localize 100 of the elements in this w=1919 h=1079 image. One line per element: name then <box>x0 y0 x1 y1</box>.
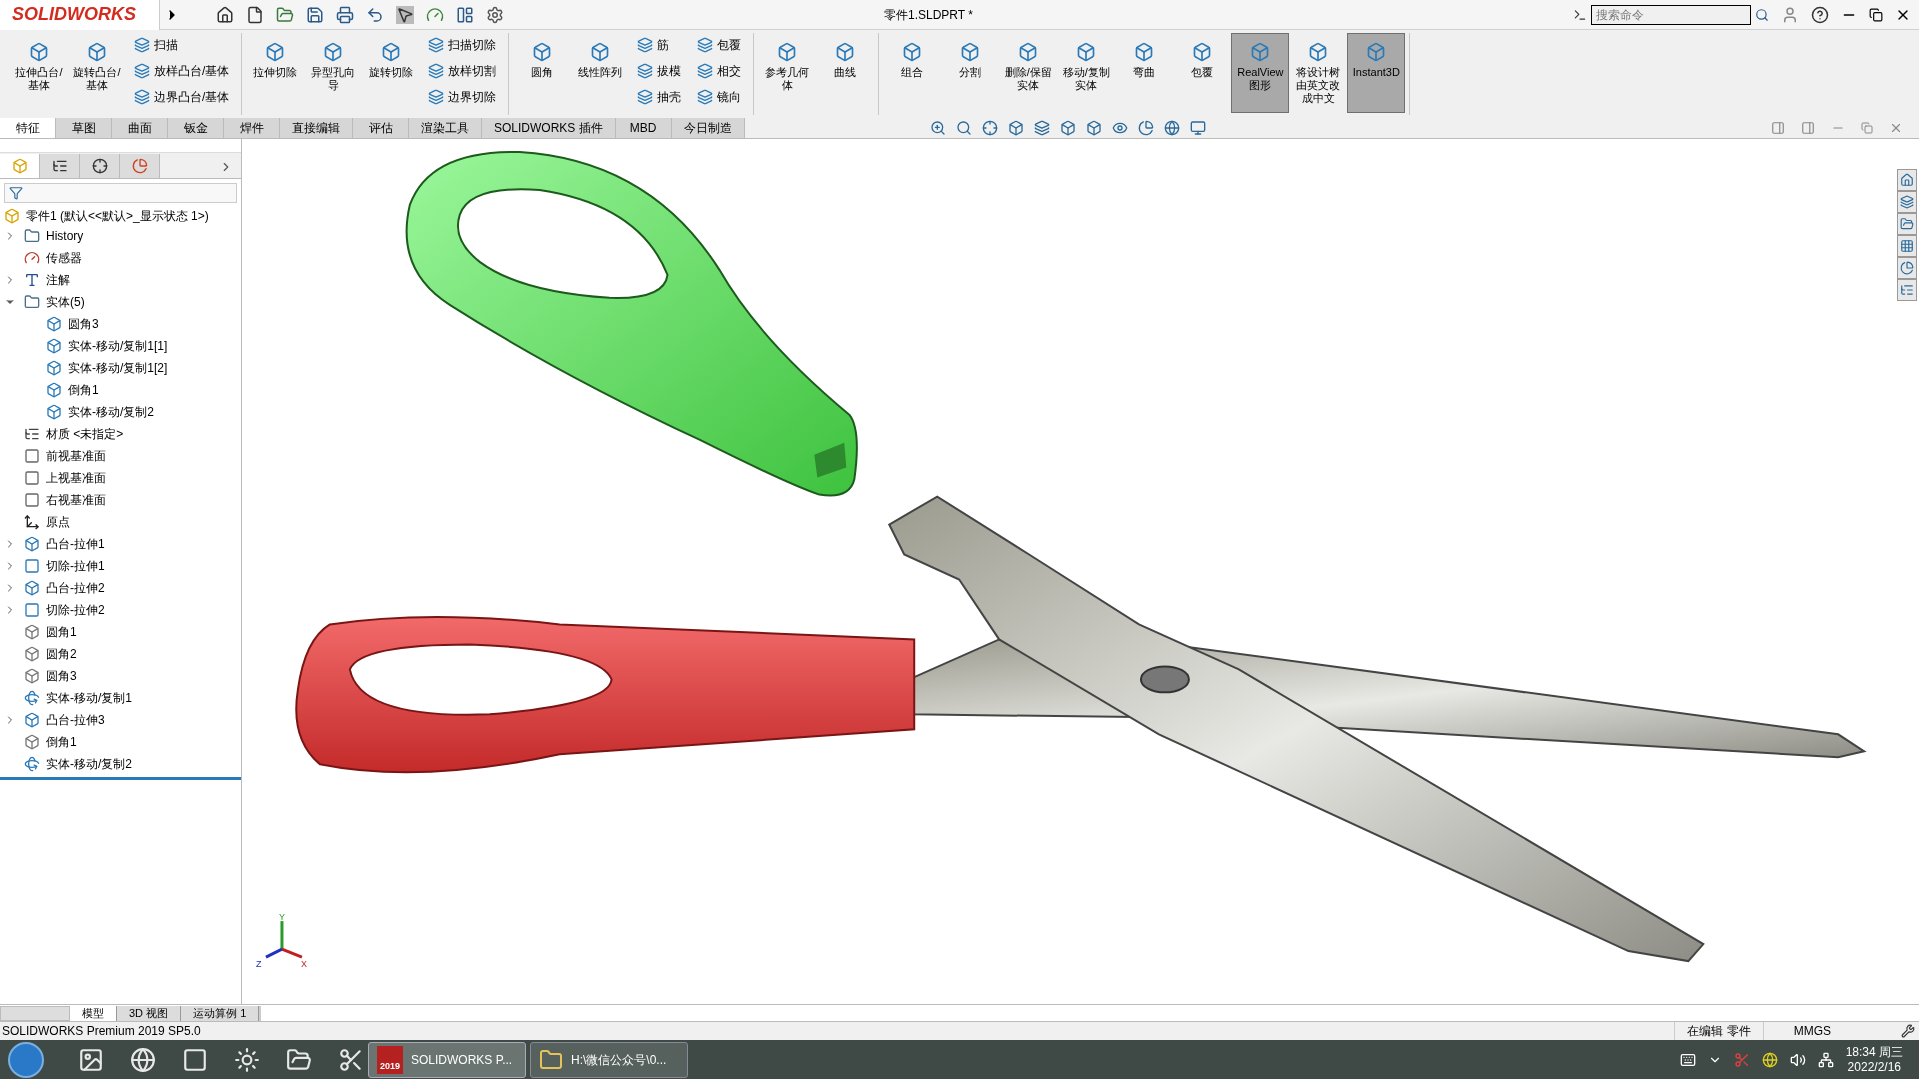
ribbon-button[interactable]: 包覆 <box>1173 33 1232 113</box>
tree-item[interactable]: 实体-移动/复制2 <box>68 403 154 421</box>
tree-item[interactable]: 凸台-拉伸2 <box>46 579 105 597</box>
save-icon[interactable] <box>306 5 324 24</box>
taskbar-app-icon[interactable] <box>234 1046 260 1073</box>
ribbon-button[interactable]: 分割 <box>941 33 1000 113</box>
command-tab[interactable]: 评估 <box>353 118 409 138</box>
tree-item[interactable]: 凸台-拉伸3 <box>46 711 105 729</box>
tree-item[interactable]: 上视基准面 <box>46 469 106 487</box>
taskbar-app-icon[interactable] <box>338 1046 364 1073</box>
select-pointer-icon[interactable] <box>396 5 414 24</box>
panel-tab[interactable] <box>40 154 80 178</box>
tree-item[interactable]: 凸台-拉伸1 <box>46 535 105 553</box>
search-icon[interactable] <box>1755 7 1769 22</box>
volume-icon[interactable] <box>1789 1051 1806 1068</box>
ribbon-button[interactable]: 线性阵列 <box>571 33 630 113</box>
tree-item[interactable]: 倒角1 <box>46 733 77 751</box>
ribbon-button[interactable]: 放样切割 <box>424 59 501 83</box>
keyboard-icon[interactable] <box>1679 1051 1696 1068</box>
view-tool-icon[interactable] <box>1033 119 1050 136</box>
tree-item[interactable]: History <box>46 227 84 245</box>
taskbar-window-button[interactable]: 2019 SOLIDWORKS P... <box>368 1041 526 1078</box>
ribbon-button[interactable]: 圆角 <box>513 33 572 113</box>
ribbon-button[interactable]: 参考几何体 <box>758 33 817 113</box>
task-pane-tab[interactable] <box>1897 279 1917 301</box>
ribbon-button[interactable]: 移动/复制实体 <box>1057 33 1116 113</box>
tree-item[interactable]: 实体-移动/复制1[1] <box>68 337 168 355</box>
ribbon-button[interactable]: 删除/保留实体 <box>999 33 1058 113</box>
ribbon-button[interactable]: 拉伸凸台/基体 <box>10 33 68 113</box>
model-tab[interactable]: 3D 视图 <box>117 1005 182 1021</box>
search-field[interactable]: 搜索命令 <box>1591 4 1751 25</box>
command-tab[interactable]: 曲面 <box>112 118 168 138</box>
tree-item[interactable]: 实体(5) <box>46 293 85 311</box>
ribbon-button[interactable]: 包覆 <box>693 33 746 57</box>
tree-item[interactable]: 切除-拉伸1 <box>46 557 105 575</box>
command-tab[interactable]: MBD <box>615 118 672 138</box>
task-pane-tab[interactable] <box>1897 257 1917 279</box>
ribbon-button[interactable]: 相交 <box>693 59 746 83</box>
view-tool-icon[interactable] <box>981 119 998 136</box>
ribbon-button[interactable]: 异型孔向导 <box>304 33 363 113</box>
rebuild-icon[interactable] <box>426 5 444 24</box>
taskbar-app-icon[interactable] <box>130 1046 156 1073</box>
tree-item[interactable]: 圆角1 <box>46 623 77 641</box>
view-tool-icon[interactable] <box>1085 119 1102 136</box>
tree-root[interactable]: 零件1 (默认<<默认>_显示状态 1>) <box>26 207 209 225</box>
task-pane-tab[interactable] <box>1897 213 1917 235</box>
tree-item[interactable]: 实体-移动/复制2 <box>46 755 132 773</box>
ribbon-button[interactable]: 镜向 <box>693 85 746 109</box>
panel-tab[interactable] <box>80 154 120 178</box>
open-folder-icon[interactable] <box>276 5 294 24</box>
ribbon-button[interactable]: 曲线 <box>816 33 875 113</box>
command-tab[interactable]: SOLIDWORKS 插件 <box>482 118 616 138</box>
view-tool-icon[interactable] <box>1007 119 1024 136</box>
ribbon-button[interactable]: 拉伸切除 <box>246 33 305 113</box>
print-icon[interactable] <box>336 5 354 24</box>
task-pane-tab[interactable] <box>1897 235 1917 257</box>
network-icon[interactable] <box>1817 1051 1834 1068</box>
app-logo[interactable]: SOLIDWORKS <box>0 0 160 30</box>
task-pane-tab[interactable] <box>1897 191 1917 213</box>
ribbon-button[interactable]: 放样凸台/基体 <box>130 59 234 83</box>
tree-item[interactable]: 材质 <未指定> <box>46 425 124 443</box>
taskbar-window-button[interactable]: H:\微信公众号\0... <box>530 1041 688 1078</box>
command-tab[interactable]: 特征 <box>0 118 56 138</box>
view-tool-icon[interactable] <box>1059 119 1076 136</box>
ribbon-button[interactable]: 边界切除 <box>424 85 501 109</box>
tree-item[interactable]: 圆角3 <box>46 667 77 685</box>
tree-item[interactable]: 圆角3 <box>68 315 99 333</box>
start-button[interactable] <box>8 1041 44 1078</box>
command-tab[interactable]: 草图 <box>56 118 112 138</box>
ribbon-button[interactable]: 扫描 <box>130 33 234 57</box>
ribbon-button[interactable]: 抽壳 <box>633 85 686 109</box>
ribbon-button[interactable]: 边界凸台/基体 <box>130 85 234 109</box>
tools-icon[interactable] <box>1901 1024 1915 1038</box>
new-file-icon[interactable] <box>246 5 264 24</box>
units-selector[interactable]: MMGS <box>1793 1022 1831 1040</box>
settings-icon[interactable] <box>486 5 504 24</box>
tree-item[interactable]: 实体-移动/复制1[2] <box>68 359 168 377</box>
tree-item[interactable]: 原点 <box>46 513 70 531</box>
command-tab[interactable]: 直接编辑 <box>280 118 353 138</box>
command-tab[interactable]: 钣金 <box>168 118 224 138</box>
command-tab[interactable]: 渲染工具 <box>409 118 482 138</box>
user-icon[interactable] <box>1781 5 1799 24</box>
tree-item[interactable]: 倒角1 <box>68 381 99 399</box>
command-tab[interactable]: 今日制造 <box>671 118 745 138</box>
clock[interactable]: 18:34 周三 2022/2/16 <box>1845 1044 1903 1075</box>
tree-item[interactable]: 切除-拉伸2 <box>46 601 105 619</box>
taskbar-app-icon[interactable] <box>182 1046 208 1073</box>
tree-item[interactable]: 右视基准面 <box>46 491 106 509</box>
ribbon-button[interactable]: 将设计树由英文改成中文 <box>1289 33 1348 113</box>
view-tool-icon[interactable] <box>929 119 946 136</box>
ribbon-button[interactable]: 拔模 <box>633 59 686 83</box>
home-icon[interactable] <box>216 5 234 24</box>
file-properties-icon[interactable] <box>456 5 474 24</box>
network-status-icon[interactable] <box>1761 1051 1778 1068</box>
filter-field[interactable] <box>4 183 237 203</box>
ribbon-button[interactable]: 筋 <box>633 33 686 57</box>
undo-icon[interactable] <box>366 5 384 24</box>
model-tab[interactable]: 运动算例 1 <box>181 1005 260 1021</box>
restore-icon[interactable] <box>1869 7 1883 22</box>
ribbon-button[interactable]: 扫描切除 <box>424 33 501 57</box>
